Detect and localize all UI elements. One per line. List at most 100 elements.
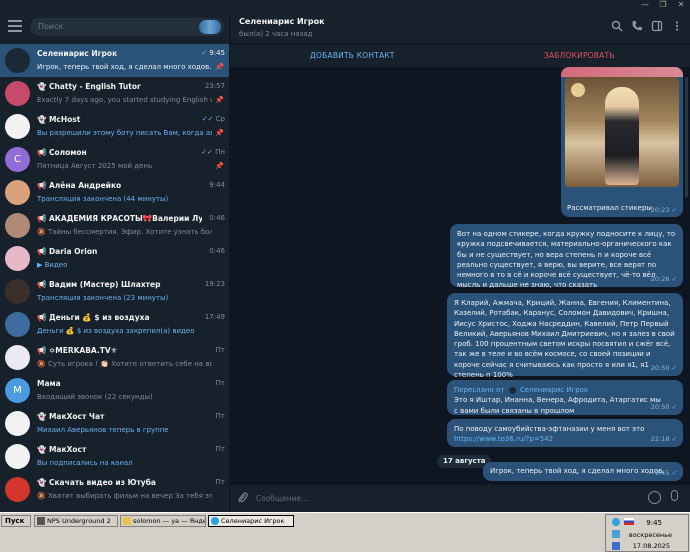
phone-icon[interactable] xyxy=(630,20,644,34)
maximize-button[interactable]: ❐ xyxy=(656,0,670,9)
avatar xyxy=(5,411,30,436)
message-bubble[interactable]: По поводу самоубийства-эфтаназии у меня … xyxy=(447,419,683,447)
chat-name: 📢 Деньги 💰 $ из воздуха xyxy=(37,313,150,322)
sidebar-toggle-icon[interactable] xyxy=(650,20,664,34)
chat-name: 📢 АКАДЕМИЯ КРАСОТЫ🎀Валерии Лукьяново... xyxy=(37,214,202,223)
add-contact-button[interactable]: ДОБАВИТЬ КОНТАКТ xyxy=(310,51,395,60)
attach-icon[interactable] xyxy=(238,492,248,507)
pin-icon: 📌 xyxy=(215,162,224,170)
chat-time: 23:57 xyxy=(205,82,225,90)
message-input[interactable]: Сообщение... xyxy=(256,494,308,503)
chat-time-text: Ср xyxy=(215,115,225,123)
chat-list-item[interactable]: C 📢 Соломон ✓✓ Пн Пятница Август 2025 мой д… xyxy=(0,143,229,176)
message-text: По поводу самоубийства-эфтаназии у меня … xyxy=(454,425,645,433)
chat-time: Пт xyxy=(216,445,225,453)
chat-list-item[interactable]: 👻 МакХост Чат Пт Михаил Аверьянов теперь в… xyxy=(0,407,229,440)
chat-preview: Игрок, теперь твой ход, я сделал много х… xyxy=(37,63,212,71)
clock-time: 9:45 xyxy=(646,519,662,527)
forwarded-message[interactable]: Переслано от Селениарис Игрок Это я Ишта… xyxy=(447,380,683,415)
system-tray: 9:45 воскресенье 17.08.2025 xyxy=(605,514,689,552)
avatar xyxy=(5,246,30,271)
avatar xyxy=(5,345,30,370)
photo-message[interactable]: Рассматривал стикеры 20:23 ✓ xyxy=(561,67,683,217)
message-text: Я Кларий, Ажмача, Криций, Жанна, Евгения… xyxy=(454,299,675,380)
chat-list-item[interactable]: 👻 Скачать видео из Ютуба Пт 🔕 Хватит выбир… xyxy=(0,473,229,506)
emoji-icon[interactable] xyxy=(648,491,661,504)
clock-date: 17.08.2025 xyxy=(632,542,670,550)
forward-source[interactable]: Селениарис Игрок xyxy=(520,386,588,394)
message-bubble[interactable]: Вот на одном стикере, когда кружку подно… xyxy=(450,224,683,289)
avatar xyxy=(5,312,30,337)
chat-name: 📢 Соломон xyxy=(37,148,87,157)
telegram-tray-icon[interactable] xyxy=(612,518,620,526)
close-button[interactable]: ✕ xyxy=(674,0,688,9)
chat-preview: Трансляция закончена (44 минуты) xyxy=(37,195,169,203)
chat-time: 0:46 xyxy=(209,214,225,222)
sidebar-top: Поиск xyxy=(0,10,229,44)
chat-preview: 🔕 Тайны бессмертия. Эфир. Хотите узнать … xyxy=(37,228,212,236)
search-input[interactable]: Поиск xyxy=(30,18,224,36)
more-icon[interactable] xyxy=(670,20,684,34)
microphone-icon[interactable] xyxy=(671,490,678,501)
search-icon[interactable] xyxy=(610,20,624,34)
avatar xyxy=(5,81,30,106)
chat-list-item[interactable]: 📢 Вадим (Мастер) Шлахтер 19:23 Трансляция … xyxy=(0,275,229,308)
window-controls: — ❐ ✕ xyxy=(638,0,688,9)
chat-list-item[interactable]: 📢 Алёна Андрейко 9:44 Трансляция закончена… xyxy=(0,176,229,209)
chat-title[interactable]: Селениарис Игрок xyxy=(239,17,325,26)
chat-list-item[interactable]: 📢 АКАДЕМИЯ КРАСОТЫ🎀Валерии Лукьяново... 0… xyxy=(0,209,229,242)
chat-list-item[interactable]: 📢 ✡MERKABA.TV⚜ Пт 🔕 Суть игрока ! 👏🏻 Хотит… xyxy=(0,341,229,374)
chat-list-item[interactable]: 📢 Деньги 💰 $ из воздуха 17:49 Деньги 💰 $ и… xyxy=(0,308,229,341)
chat-name: Мама xyxy=(37,379,61,388)
menu-icon[interactable] xyxy=(8,20,22,32)
sticker-edge xyxy=(561,67,683,77)
message-text: Вот на одном стикере, когда кружку подно… xyxy=(457,230,676,290)
chat-list-item[interactable]: M Мама Пт Входящий звонок (22 секунды) xyxy=(0,374,229,407)
person-shape xyxy=(605,87,639,185)
task-telegram[interactable]: Селениарис Игрок xyxy=(208,515,294,527)
forward-label: Переслано от xyxy=(454,386,505,394)
chat-preview: Пятница Август 2025 мой день xyxy=(37,162,153,170)
chat-time-text: 17:49 xyxy=(204,313,225,321)
pin-icon: 📌 xyxy=(215,129,224,137)
chat-time-text: Пт xyxy=(215,346,225,354)
os-taskbar: Пуск NPS Underground 2 solomon — ya — Ян… xyxy=(0,512,690,552)
message-bubble[interactable]: Я Кларий, Ажмача, Криций, Жанна, Евгения… xyxy=(447,293,683,379)
chat-list-item[interactable]: 👻 McHost ✓✓ Ср Вы разрешили этому боту пис… xyxy=(0,110,229,143)
start-button[interactable]: Пуск xyxy=(1,515,31,527)
chat-preview: Трансляция закончена (23 минуты) xyxy=(37,294,169,302)
browser-icon xyxy=(123,517,131,525)
chat-name: 👻 Chatty - English Tutor xyxy=(37,82,141,91)
chat-preview: Exactly 7 days ago, you started studying… xyxy=(37,96,212,104)
chat-preview: ▶ Видео xyxy=(37,261,68,269)
pin-icon: 📌 xyxy=(215,63,224,71)
chat-list-item[interactable]: 👻 Chatty - English Tutor 23:57 Exactly 7 d… xyxy=(0,77,229,110)
chat-time-text: 19:23 xyxy=(204,280,225,288)
chat-preview: 🔕 Хватит выбирать фильм на вечер За тебя… xyxy=(37,492,212,500)
chat-time: ✓ 9:45 xyxy=(201,49,225,57)
task-browser[interactable]: solomon — ya — Яндекс... xyxy=(120,515,206,527)
message-bubble[interactable]: Игрок, теперь твой ход, я сделал много х… xyxy=(483,462,683,481)
chat-list-item[interactable]: 👻 МакХост Пт Вы подписались на канал xyxy=(0,440,229,473)
task-nps[interactable]: NPS Underground 2 xyxy=(34,515,118,527)
block-button[interactable]: ЗАБЛОКИРОВАТЬ xyxy=(544,51,615,60)
language-flag-icon[interactable] xyxy=(624,518,634,525)
chat-name: 👻 Скачать видео из Ютуба xyxy=(37,478,156,487)
avatar: C xyxy=(5,147,30,172)
chat-preview: Входящий звонок (22 секунды) xyxy=(37,393,153,401)
photo-image[interactable] xyxy=(565,77,679,187)
speaker-icon[interactable] xyxy=(612,542,620,550)
minimize-button[interactable]: — xyxy=(638,0,652,9)
chat-time: 19:23 xyxy=(205,280,225,288)
status-icon[interactable] xyxy=(199,20,221,34)
network-icon[interactable] xyxy=(612,530,620,538)
chat-list-sidebar: Поиск Селениарис Игрок ✓ 9:45 Игрок, тепер… xyxy=(0,10,230,512)
chat-list-item[interactable]: 📢 Daria Orion 0:46 ▶ Видео xyxy=(0,242,229,275)
scrollbar[interactable] xyxy=(685,77,688,197)
chat-name: 👻 МакХост xyxy=(37,445,87,454)
avatar xyxy=(5,48,30,73)
chat-time: Пт xyxy=(216,412,225,420)
message-link[interactable]: https://www.to36.ru/?p=542 xyxy=(454,434,676,444)
chat-list-item[interactable]: Селениарис Игрок ✓ 9:45 Игрок, теперь твой… xyxy=(0,44,229,77)
avatar xyxy=(5,114,30,139)
